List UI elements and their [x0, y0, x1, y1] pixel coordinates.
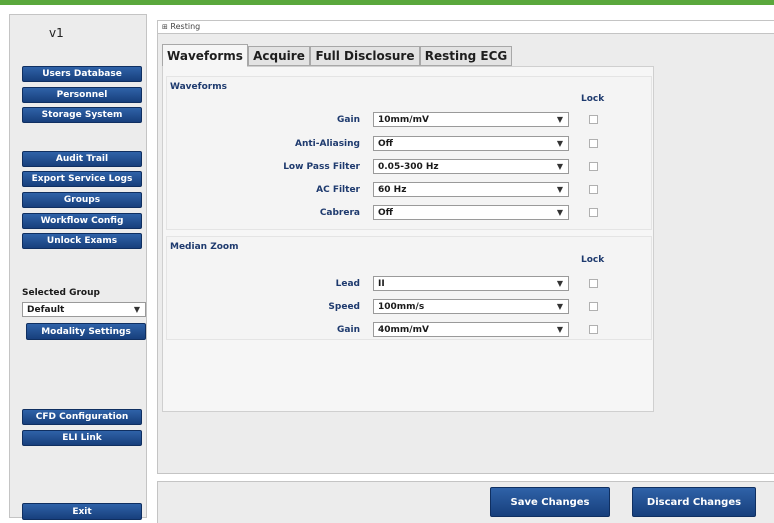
selected-group-select[interactable]: Default ▼ — [22, 302, 146, 317]
chevron-down-icon: ▼ — [556, 115, 563, 124]
median-gain-value: 40mm/mV — [378, 324, 429, 335]
cabrera-lock-checkbox[interactable] — [589, 208, 598, 217]
eli-link-button[interactable]: ELI Link — [22, 430, 142, 446]
chevron-down-icon: ▼ — [556, 139, 563, 148]
median-gain-lock-checkbox[interactable] — [589, 325, 598, 334]
discard-changes-button[interactable]: Discard Changes — [632, 487, 756, 517]
chevron-down-icon: ▼ — [556, 302, 563, 311]
speed-label: Speed — [328, 302, 360, 312]
selected-group-label: Selected Group — [22, 288, 100, 298]
anti-aliasing-select[interactable]: Off ▼ — [373, 136, 569, 151]
speed-lock-checkbox[interactable] — [589, 302, 598, 311]
median-gain-label: Gain — [337, 325, 360, 335]
ac-filter-lock-checkbox[interactable] — [589, 185, 598, 194]
selected-group-value: Default — [27, 304, 65, 315]
anti-aliasing-value: Off — [378, 138, 393, 149]
chevron-down-icon: ▼ — [556, 325, 563, 334]
audit-trail-button[interactable]: Audit Trail — [22, 151, 142, 167]
chevron-down-icon: ▼ — [556, 162, 563, 171]
chevron-down-icon: ▼ — [556, 185, 563, 194]
exit-button[interactable]: Exit — [22, 503, 142, 520]
low-pass-filter-lock-checkbox[interactable] — [589, 162, 598, 171]
low-pass-filter-value: 0.05-300 Hz — [378, 161, 439, 172]
personnel-button[interactable]: Personnel — [22, 87, 142, 103]
chevron-down-icon: ▼ — [133, 305, 140, 314]
gain-label: Gain — [337, 115, 360, 125]
storage-system-button[interactable]: Storage System — [22, 107, 142, 123]
chevron-down-icon: ▼ — [556, 279, 563, 288]
window-title: Resting — [170, 22, 201, 31]
median-zoom-lock-header: Lock — [581, 255, 605, 265]
median-zoom-section-title: Median Zoom — [170, 242, 239, 252]
modality-settings-button[interactable]: Modality Settings — [26, 323, 146, 340]
speed-select[interactable]: 100mm/s ▼ — [373, 299, 569, 314]
tab-acquire[interactable]: Acquire — [248, 46, 310, 66]
median-gain-select[interactable]: 40mm/mV ▼ — [373, 322, 569, 337]
cabrera-value: Off — [378, 207, 393, 218]
gain-select[interactable]: 10mm/mV ▼ — [373, 112, 569, 127]
cabrera-label: Cabrera — [319, 208, 360, 218]
lead-lock-checkbox[interactable] — [589, 279, 598, 288]
anti-aliasing-label: Anti-Aliasing — [295, 139, 360, 149]
low-pass-filter-label: Low Pass Filter — [283, 162, 360, 172]
lead-select[interactable]: II ▼ — [373, 276, 569, 291]
window-titlebar: ⊞ Resting — [157, 20, 774, 34]
groups-button[interactable]: Groups — [22, 192, 142, 208]
anti-aliasing-lock-checkbox[interactable] — [589, 139, 598, 148]
export-service-logs-button[interactable]: Export Service Logs — [22, 171, 142, 187]
lead-label: Lead — [335, 279, 360, 289]
save-changes-button[interactable]: Save Changes — [490, 487, 610, 517]
waveforms-section-title: Waveforms — [170, 82, 227, 92]
top-accent-bar — [0, 0, 774, 5]
low-pass-filter-select[interactable]: 0.05-300 Hz ▼ — [373, 159, 569, 174]
cabrera-select[interactable]: Off ▼ — [373, 205, 569, 220]
gain-lock-checkbox[interactable] — [589, 115, 598, 124]
version-label: v1 — [49, 26, 64, 40]
speed-value: 100mm/s — [378, 301, 425, 312]
lead-value: II — [378, 278, 385, 289]
chevron-down-icon: ▼ — [556, 208, 563, 217]
users-database-button[interactable]: Users Database — [22, 66, 142, 82]
ac-filter-value: 60 Hz — [378, 184, 407, 195]
tab-waveforms[interactable]: Waveforms — [162, 44, 248, 67]
ac-filter-label: AC Filter — [316, 185, 360, 195]
tab-full-disclosure[interactable]: Full Disclosure — [310, 46, 420, 66]
window-icon: ⊞ — [162, 23, 168, 31]
waveforms-lock-header: Lock — [581, 94, 605, 104]
ac-filter-select[interactable]: 60 Hz ▼ — [373, 182, 569, 197]
workflow-config-button[interactable]: Workflow Config — [22, 213, 142, 229]
tab-resting-ecg[interactable]: Resting ECG — [420, 46, 512, 66]
gain-value: 10mm/mV — [378, 114, 429, 125]
unlock-exams-button[interactable]: Unlock Exams — [22, 233, 142, 249]
cfd-configuration-button[interactable]: CFD Configuration — [22, 409, 142, 425]
